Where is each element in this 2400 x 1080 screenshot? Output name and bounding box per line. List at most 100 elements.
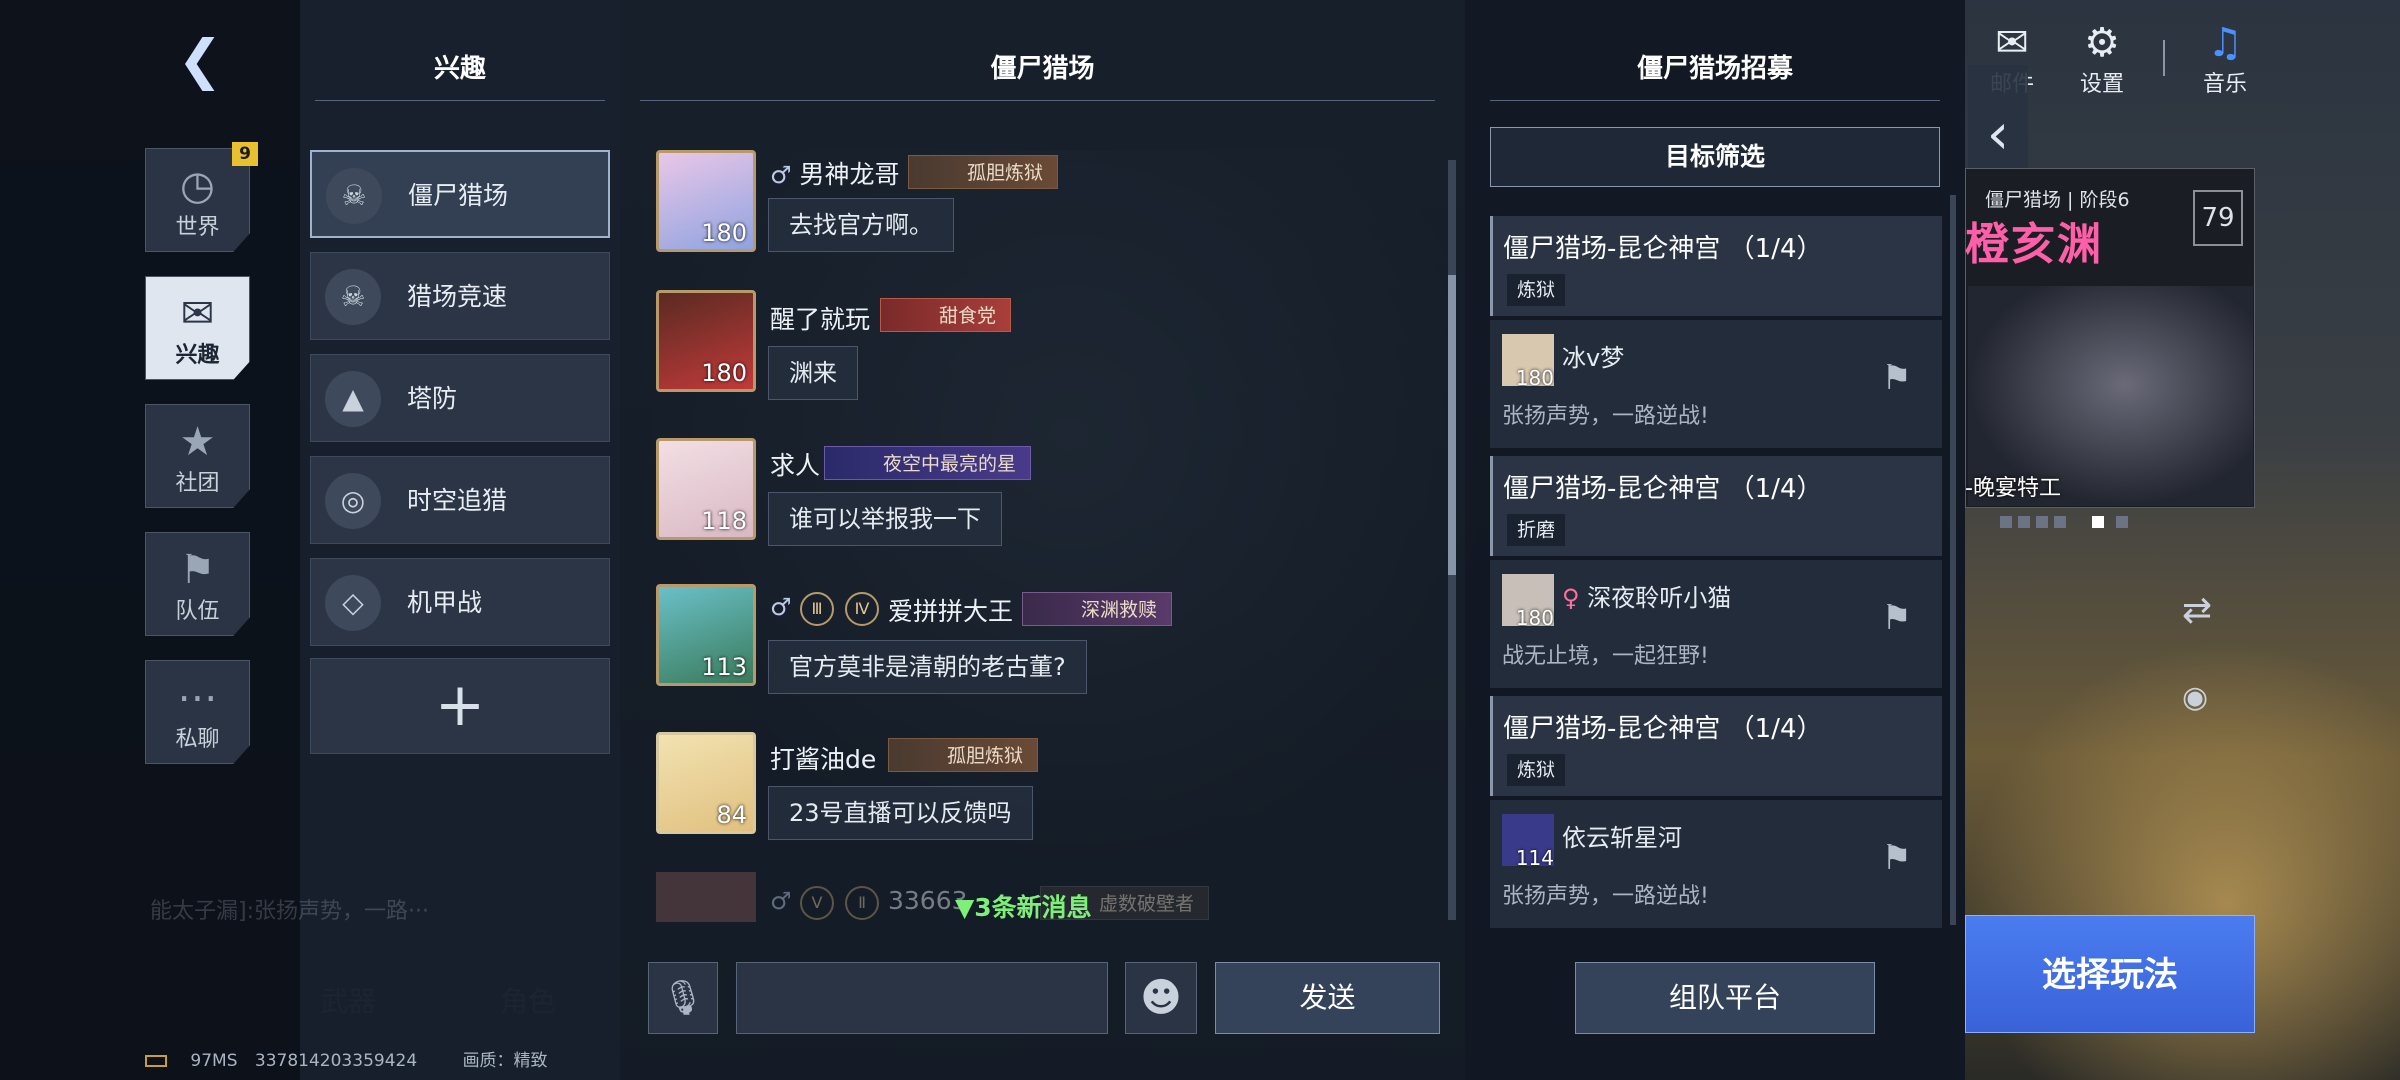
chevron-left-icon: ‹ (1986, 102, 2010, 167)
send-button[interactable]: 发送 (1215, 962, 1440, 1034)
carousel-dot[interactable] (2018, 516, 2030, 528)
rail-item-interest[interactable]: ✉ 兴趣 (145, 276, 250, 380)
event-level-badge: 79 (2193, 190, 2243, 246)
difficulty-tag: 折磨 (1507, 514, 1566, 546)
add-category-button[interactable]: + (310, 658, 610, 754)
avatar[interactable]: 180 (656, 150, 756, 252)
message-sender[interactable]: ♂ (770, 886, 792, 915)
event-logo: 橙亥渊 (1965, 219, 2103, 270)
rail-item-guild[interactable]: ★ 社团 (145, 404, 250, 508)
interest-icon: ✉ (180, 291, 215, 337)
unread-badge: 9 (232, 142, 258, 166)
recruit-host[interactable]: 180 ♀ 深夜聆听小猫 战无止境，一起狂野! ⚑ (1490, 560, 1942, 688)
female-icon: ♀ (1562, 584, 1580, 612)
category-mech-battle[interactable]: ◇ 机甲战 (310, 558, 610, 646)
recruit-host[interactable]: 180 冰v梦 张扬声势，一路逆战! ⚑ (1490, 320, 1942, 448)
swap-icon[interactable]: ⇄ (2182, 590, 2212, 631)
music-button[interactable]: ♫ 音乐 (2185, 20, 2265, 98)
eye-icon[interactable]: ◉ (2182, 680, 2208, 715)
male-icon: ♂ (770, 887, 792, 915)
message-bubble: 去找官方啊。 (768, 198, 954, 252)
rail-item-private-chat[interactable]: ⋯ 私聊 (145, 660, 250, 764)
avatar[interactable]: 180 (656, 290, 756, 392)
sender-name: 求人 (770, 451, 821, 480)
select-mode-button[interactable]: 选择玩法 (1965, 915, 2255, 1033)
quality-label: 画质：精致 (462, 1051, 548, 1071)
carousel-dot[interactable] (2000, 516, 2012, 528)
recruit-host[interactable]: 114 依云斩星河 张扬声势，一路逆战! ⚑ (1490, 800, 1942, 928)
level-label: 180 (1515, 606, 1554, 630)
avatar[interactable]: 113 (656, 584, 756, 686)
level-label: 180 (1515, 366, 1554, 390)
avatar[interactable]: 84 (656, 732, 756, 834)
new-messages-indicator[interactable]: ▼3条新消息 (955, 888, 1092, 924)
difficulty-tag: 炼狱 (1507, 274, 1566, 306)
join-flag-icon[interactable]: ⚑ (1882, 598, 1912, 638)
back-icon[interactable]: ❮ (170, 30, 230, 90)
category-hunt-race[interactable]: ☠ 猎场竞速 (310, 252, 610, 340)
level-label: 118 (701, 507, 747, 535)
title-badge: 夜空中最亮的星 (824, 446, 1032, 480)
join-flag-icon[interactable]: ⚑ (1882, 358, 1912, 398)
category-label: 塔防 (407, 384, 458, 413)
event-caption: -晚宴特工 (1965, 476, 2061, 501)
smiley-icon: ☻ (1140, 975, 1182, 1021)
join-flag-icon[interactable]: ⚑ (1882, 838, 1912, 878)
category-tower-defense[interactable]: ▲ 塔防 (310, 354, 610, 442)
carousel-dot[interactable] (2054, 516, 2066, 528)
message-sender[interactable]: 求人 (770, 446, 820, 482)
divider (2163, 40, 2165, 76)
message-sender[interactable]: ♂ 男神龙哥 (770, 155, 899, 191)
chat-input[interactable] (736, 962, 1108, 1034)
team-platform-button[interactable]: 组队平台 (1575, 962, 1875, 1034)
chat-title: 僵尸猎场 (990, 54, 1095, 84)
message-sender[interactable]: ♂ (770, 592, 792, 621)
carousel-dot[interactable] (2036, 516, 2048, 528)
rail-item-label: 兴趣 (175, 343, 220, 368)
avatar[interactable]: 118 (656, 438, 756, 540)
host-slogan: 张扬声势，一路逆战! (1502, 884, 1709, 909)
microphone-icon: 🎙 (661, 978, 705, 1018)
mail-icon: ✉ (1995, 20, 2029, 66)
chat-bubble-icon: ⋯ (177, 675, 218, 721)
host-slogan: 张扬声势，一路逆战! (1502, 404, 1709, 429)
recruit-entry-title: 僵尸猎场-昆仑神宫 （1/4） (1503, 234, 1823, 264)
level-label: 180 (701, 359, 747, 387)
title-badge: 深渊救赎 (1022, 592, 1173, 626)
recruit-entry[interactable]: 僵尸猎场-昆仑神宫 （1/4） 炼狱 (1490, 696, 1942, 796)
emoji-button[interactable]: ☻ (1125, 962, 1197, 1034)
host-name-row: ♀ 深夜聆听小猫 (1562, 578, 1731, 613)
message-sender[interactable]: 醒了就玩 (770, 300, 870, 336)
message-bubble: 官方莫非是清朝的老古董? (768, 640, 1087, 694)
category-zombie-hunt[interactable]: ☠ 僵尸猎场 (310, 150, 610, 238)
rail-item-label: 世界 (175, 215, 220, 240)
host-slogan: 战无止境，一起狂野! (1502, 644, 1709, 669)
avatar[interactable] (656, 872, 756, 922)
settings-button[interactable]: ⚙ 设置 (2062, 20, 2142, 98)
chat-scrollbar-thumb[interactable] (1448, 275, 1456, 575)
male-icon: ♂ (770, 593, 792, 621)
faded-chat-preview: 能太子漏]:张扬声势，一路··· (150, 899, 429, 924)
recruit-entry[interactable]: 僵尸猎场-昆仑神宫 （1/4） 折磨 (1490, 456, 1942, 556)
star-banner-icon: ★ (179, 419, 216, 465)
tower-icon: ▲ (325, 371, 381, 427)
player-id: 337814203359424 (254, 1051, 418, 1071)
recruit-entry-title: 僵尸猎场-昆仑神宫 （1/4） (1503, 474, 1823, 504)
rail-item-team[interactable]: ⚑ 队伍 (145, 532, 250, 636)
music-label: 音乐 (2202, 72, 2247, 97)
sender-name[interactable]: 爱拼拼大王 (888, 592, 1013, 628)
battery-icon (145, 1055, 167, 1067)
category-label: 猎场竞速 (407, 282, 508, 311)
category-time-chase[interactable]: ◎ 时空追猎 (310, 456, 610, 544)
recruit-entry[interactable]: 僵尸猎场-昆仑神宫 （1/4） 炼狱 (1490, 216, 1942, 316)
carousel-dot-active[interactable] (2092, 516, 2104, 528)
voice-input-button[interactable]: 🎙 (648, 962, 718, 1034)
carousel-dot[interactable] (2116, 516, 2128, 528)
recruit-scrollbar[interactable] (1950, 195, 1956, 925)
message-sender[interactable]: 打酱油de (770, 740, 876, 776)
difficulty-tag: 炼狱 (1507, 754, 1566, 786)
target-filter-button[interactable]: 目标筛选 (1490, 127, 1940, 187)
music-icon: ♫ (2207, 20, 2243, 66)
flag-icon: ⚑ (179, 547, 216, 593)
divider (315, 100, 605, 101)
